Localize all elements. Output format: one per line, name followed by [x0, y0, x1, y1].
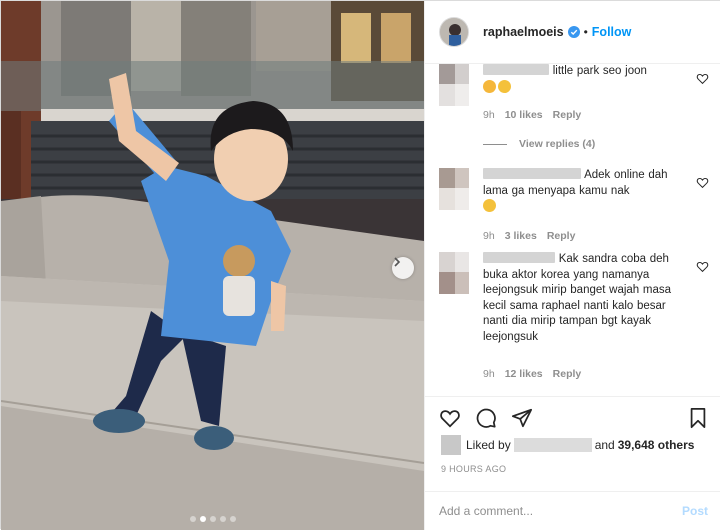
view-replies-label: View replies (4): [519, 138, 596, 150]
comment-time: 9h: [483, 368, 495, 380]
like-comment-heart-icon[interactable]: [696, 260, 709, 273]
share-send-icon[interactable]: [511, 407, 533, 429]
replies-divider: [483, 143, 507, 145]
carousel-dot: [219, 516, 226, 522]
post-comment-button[interactable]: Post: [682, 504, 708, 518]
follow-button[interactable]: Follow: [592, 25, 632, 39]
carousel-dot: [229, 516, 236, 522]
comment-avatar[interactable]: [439, 64, 469, 106]
liker-avatar[interactable]: [441, 435, 461, 455]
likes-count-link[interactable]: 39,648 others: [618, 438, 695, 452]
avatar-image: [440, 18, 468, 46]
separator-dot: •: [583, 25, 588, 39]
blurred-username[interactable]: [483, 64, 549, 75]
comment-likes[interactable]: 3 likes: [505, 230, 537, 242]
comment-text: Adek online dah lama ga menyapa kamu nak: [483, 168, 679, 216]
blurred-avatar-image: [439, 168, 469, 210]
comment-likes[interactable]: 12 likes: [505, 368, 543, 380]
comment-time: 9h: [483, 230, 495, 242]
photo-scene: [1, 1, 424, 530]
joy-emoji-icon: [483, 199, 496, 212]
comment-text: Kak sandra coba deh buka aktor korea yan…: [483, 252, 683, 345]
verified-badge-icon: [567, 26, 580, 38]
view-replies-button[interactable]: View replies (4): [483, 138, 595, 150]
post-photo[interactable]: [1, 1, 424, 530]
comment-meta: 9h 3 likes Reply: [483, 230, 575, 242]
blurred-username[interactable]: [483, 168, 581, 179]
post-actions: Liked by and 39,648 others 9 HOURS AGO: [425, 396, 720, 491]
comment-meta: 9h 12 likes Reply: [483, 368, 581, 380]
reply-button[interactable]: Reply: [553, 109, 582, 121]
reply-button[interactable]: Reply: [547, 230, 576, 242]
comment-list[interactable]: little park seo joon 9h 10 likes Reply V…: [425, 64, 720, 396]
carousel-indicator: [1, 516, 424, 522]
comment-text: little park seo joon: [483, 64, 679, 96]
like-comment-heart-icon[interactable]: [696, 72, 709, 85]
bookmark-save-icon[interactable]: [687, 407, 709, 429]
comment-avatar[interactable]: [439, 168, 469, 210]
and-label: and: [594, 438, 615, 452]
comment-text-content: Kak sandra coba deh buka aktor korea yan…: [483, 253, 672, 343]
add-comment-bar: Post: [425, 491, 720, 530]
carousel-dot: [209, 516, 216, 522]
comment-text-content: little park seo joon: [552, 65, 647, 77]
chevron-right-icon: [394, 257, 401, 267]
rofl-emoji-icon: [498, 79, 511, 93]
avatar[interactable]: [439, 17, 469, 47]
likes-summary: Liked by and 39,648 others: [441, 435, 694, 455]
blurred-liker-name[interactable]: [513, 438, 592, 452]
comment-likes[interactable]: 10 likes: [505, 109, 543, 121]
comment-input[interactable]: [439, 504, 664, 518]
reply-button[interactable]: Reply: [553, 368, 582, 380]
liked-by-label: Liked by: [466, 438, 511, 452]
comment-avatar[interactable]: [439, 252, 469, 294]
carousel-dot: [199, 516, 206, 522]
username-link[interactable]: raphaelmoeis: [483, 25, 564, 39]
post-sidebar: raphaelmoeis • Follow little park seo jo…: [424, 1, 720, 530]
like-heart-icon[interactable]: [439, 407, 461, 429]
carousel-dot: [189, 516, 196, 522]
comment-bubble-icon[interactable]: [475, 407, 497, 429]
like-comment-heart-icon[interactable]: [696, 176, 709, 189]
post-header: raphaelmoeis • Follow: [425, 1, 720, 64]
heart-eyes-emoji-icon: [483, 79, 496, 93]
post-timestamp[interactable]: 9 HOURS AGO: [441, 464, 506, 474]
next-photo-button[interactable]: [392, 257, 414, 279]
blurred-username[interactable]: [483, 252, 555, 263]
blurred-avatar-image: [439, 64, 469, 106]
comment-meta: 9h 10 likes Reply: [483, 109, 581, 121]
post-modal: raphaelmoeis • Follow little park seo jo…: [0, 0, 720, 530]
blurred-avatar-image: [439, 252, 469, 294]
comment-time: 9h: [483, 109, 495, 121]
